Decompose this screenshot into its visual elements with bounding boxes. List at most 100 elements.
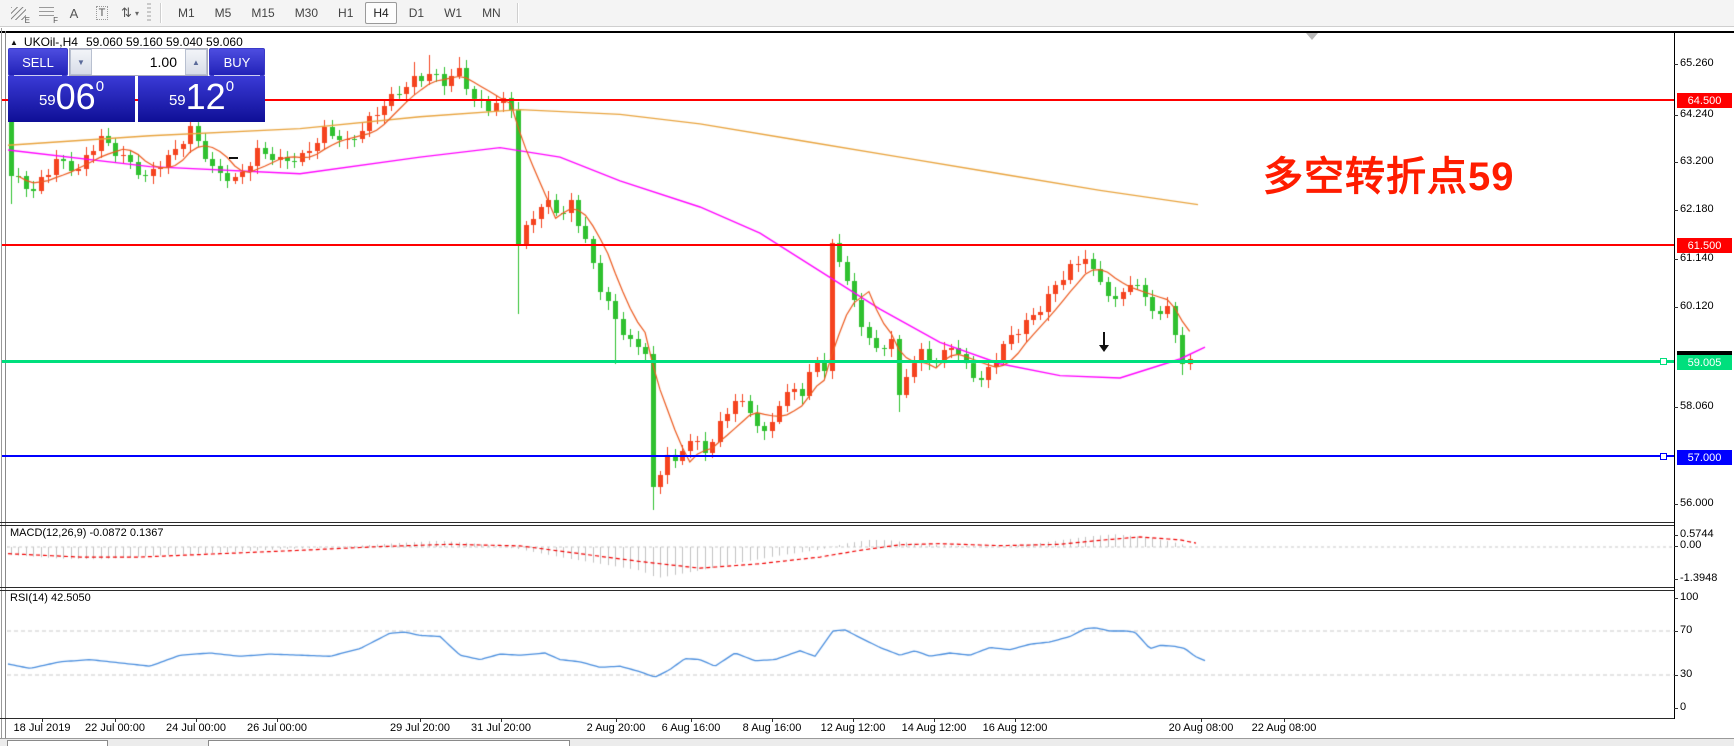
timeframe-m5[interactable]: M5 xyxy=(207,2,240,24)
axis-tick xyxy=(1674,115,1678,116)
timeframe-m1[interactable]: M1 xyxy=(170,2,203,24)
bid-axis-marker xyxy=(1677,351,1732,355)
dash-marker xyxy=(229,157,238,159)
rsi-canvas[interactable] xyxy=(7,590,1674,718)
time-label-8: 6 Aug 16:00 xyxy=(662,722,721,734)
price-badge-59.005: 59.005 xyxy=(1677,355,1732,370)
time-label-7: 2 Aug 20:00 xyxy=(587,722,646,734)
time-label-12: 16 Aug 12:00 xyxy=(983,722,1048,734)
collapse-panel-icon[interactable]: ▲ xyxy=(10,38,18,47)
rsi-axis-label-0: 0 xyxy=(1680,701,1686,713)
volume-input[interactable]: 1.00 xyxy=(92,49,185,75)
timeframe-h4[interactable]: H4 xyxy=(365,2,396,24)
time-label-13: 20 Aug 08:00 xyxy=(1169,722,1234,734)
text-icon[interactable]: A xyxy=(61,1,87,25)
time-label-11: 14 Aug 12:00 xyxy=(902,722,967,734)
symbol-header: ▲ UKOil-,H4 59.060 59.160 59.040 59.060 xyxy=(10,35,243,49)
one-click-trading-panel: SELL ▼ 1.00 ▲ BUY 59 06 0 59 12 0 xyxy=(8,48,265,122)
buy-price-display[interactable]: 59 12 0 xyxy=(138,76,265,122)
rsi-axis-label-100: 100 xyxy=(1680,591,1698,603)
macd-separator[interactable] xyxy=(0,522,1674,523)
sell-price-display[interactable]: 59 06 0 xyxy=(8,76,135,122)
rsi-separator[interactable] xyxy=(0,587,1674,588)
sell-button[interactable]: SELL xyxy=(8,48,68,76)
price-label-58.060: 58.060 xyxy=(1680,400,1714,412)
axis-tick xyxy=(1674,535,1678,536)
macd-axis-label-0.00: 0.00 xyxy=(1680,539,1701,551)
axis-tick xyxy=(1674,579,1678,580)
rsi-label: RSI(14) 42.5050 xyxy=(10,592,91,604)
price-badge-64.500: 64.500 xyxy=(1677,93,1732,108)
timeframe-m30[interactable]: M30 xyxy=(287,2,326,24)
chinese-annotation: 多空转折点59 xyxy=(1263,144,1515,202)
toolbar: E F A T ⇅▾ M1M5M15M30H1H4D1W1MN xyxy=(0,0,1734,27)
axis-tick xyxy=(1674,162,1678,163)
bottom-strip-box-1[interactable] xyxy=(7,740,108,746)
toolbar-separator xyxy=(517,3,519,23)
hline-resistance-61500[interactable] xyxy=(2,244,1674,246)
time-axis-separator xyxy=(0,718,1674,719)
time-label-14: 22 Aug 08:00 xyxy=(1252,722,1317,734)
timeframe-h1[interactable]: H1 xyxy=(330,2,361,24)
rsi-axis-label-30: 30 xyxy=(1680,668,1692,680)
chart-left-border xyxy=(5,31,6,739)
axis-tick xyxy=(1674,407,1678,408)
axis-tick xyxy=(1674,546,1678,547)
axis-tick xyxy=(1674,631,1678,632)
axis-tick xyxy=(1674,598,1678,599)
chevron-down-icon: ▾ xyxy=(135,9,139,18)
time-label-2: 22 Jul 00:00 xyxy=(85,722,145,734)
time-label-4: 26 Jul 00:00 xyxy=(247,722,307,734)
text-label-icon[interactable]: T xyxy=(89,1,115,25)
bottom-strip-box-2[interactable] xyxy=(208,740,570,746)
volume-decrease-button[interactable]: ▼ xyxy=(70,49,92,75)
toolbar-separator xyxy=(160,3,162,23)
fibonacci-icon[interactable]: F xyxy=(33,1,59,25)
macd-label: MACD(12,26,9) -0.0872 0.1367 xyxy=(10,527,163,539)
axis-tick xyxy=(1674,64,1678,65)
toolbar-grip[interactable] xyxy=(147,3,151,23)
window-left-edge xyxy=(1,28,2,746)
axis-tick xyxy=(1674,708,1678,709)
buy-button[interactable]: BUY xyxy=(209,48,265,76)
time-label-10: 12 Aug 12:00 xyxy=(821,722,886,734)
price-axis-border xyxy=(1674,32,1675,719)
ohlc-values: 59.060 59.160 59.040 59.060 xyxy=(86,35,243,49)
price-label-65.260: 65.260 xyxy=(1680,57,1714,69)
timeframe-w1[interactable]: W1 xyxy=(436,2,470,24)
axis-tick xyxy=(1674,675,1678,676)
time-label-3: 24 Jul 00:00 xyxy=(166,722,226,734)
hline-current-price-59005[interactable] xyxy=(2,360,1674,363)
timeframe-mn[interactable]: MN xyxy=(474,2,509,24)
price-label-60.120: 60.120 xyxy=(1680,300,1714,312)
hline-support-57000[interactable] xyxy=(2,455,1674,457)
symbol-name: UKOil-,H4 xyxy=(24,35,78,49)
price-label-64.240: 64.240 xyxy=(1680,108,1714,120)
macd-axis-label--1.3948: -1.3948 xyxy=(1680,572,1717,584)
hline-marker-current-price-59005[interactable] xyxy=(1660,358,1667,365)
arrow-objects-icon[interactable]: ⇅▾ xyxy=(117,1,143,25)
axis-tick xyxy=(1674,210,1678,211)
rsi-axis-label-70: 70 xyxy=(1680,624,1692,636)
hline-marker-support-57000[interactable] xyxy=(1660,453,1667,460)
price-badge-57.000: 57.000 xyxy=(1677,450,1732,465)
time-label-5: 29 Jul 20:00 xyxy=(390,722,450,734)
down-arrow-marker xyxy=(1098,332,1110,354)
axis-tick xyxy=(1674,504,1678,505)
axis-tick xyxy=(1674,259,1678,260)
price-label-61.140: 61.140 xyxy=(1680,252,1714,264)
axis-tick xyxy=(1674,307,1678,308)
price-badge-61.500: 61.500 xyxy=(1677,238,1732,253)
price-label-62.180: 62.180 xyxy=(1680,203,1714,215)
timeframe-d1[interactable]: D1 xyxy=(401,2,432,24)
elliott-wave-icon[interactable]: E xyxy=(5,1,31,25)
time-label-1: 18 Jul 2019 xyxy=(14,722,71,734)
mt4-chart-window: E F A T ⇅▾ M1M5M15M30H1H4D1W1MN 65.260 64… xyxy=(0,0,1734,746)
time-label-9: 8 Aug 16:00 xyxy=(743,722,802,734)
timeframe-m15[interactable]: M15 xyxy=(243,2,282,24)
timeframe-buttons: M1M5M15M30H1H4D1W1MN xyxy=(168,2,511,24)
macd-canvas[interactable] xyxy=(7,525,1674,587)
volume-increase-button[interactable]: ▲ xyxy=(185,49,207,75)
price-label-63.200: 63.200 xyxy=(1680,155,1714,167)
price-label-56.000: 56.000 xyxy=(1680,497,1714,509)
